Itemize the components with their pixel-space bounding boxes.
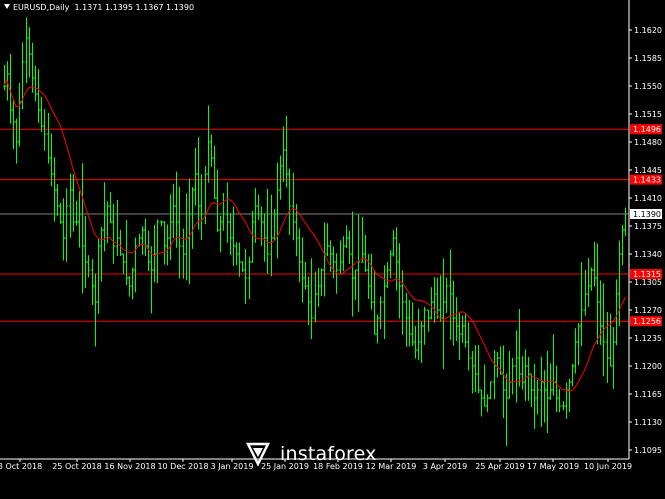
price-tick-label: 1.1480 <box>634 138 662 147</box>
level-label: 1.1496 <box>633 125 661 134</box>
symbol-header: EURUSD,Daily 1.1371 1.1395 1.1367 1.1390 <box>4 3 194 12</box>
price-tick-label: 1.1235 <box>634 334 662 343</box>
level-label: 1.1433 <box>633 176 661 185</box>
price-tick-label: 1.1585 <box>634 54 662 63</box>
price-tick-label: 1.1165 <box>634 390 662 399</box>
price-tick-label: 1.1620 <box>634 26 662 35</box>
level-label: 1.1315 <box>633 270 661 279</box>
ohlc-values: 1.1371 1.1395 1.1367 1.1390 <box>74 3 195 12</box>
price-tick-label: 1.1445 <box>634 166 662 175</box>
instaforex-logo-icon <box>245 442 271 467</box>
time-tick-label: 25 Apr 2019 <box>475 462 524 471</box>
time-tick-label: 3 Oct 2018 <box>0 462 42 471</box>
time-tick-label: 10 Dec 2018 <box>157 462 208 471</box>
watermark-text: instaforex <box>280 443 377 465</box>
symbol-label: EURUSD,Daily <box>13 3 70 12</box>
price-tick-label: 1.1095 <box>634 446 662 455</box>
collapse-triangle-icon[interactable] <box>4 4 10 9</box>
price-tick-label: 1.1200 <box>634 362 662 371</box>
price-tick-label: 1.1130 <box>634 418 662 427</box>
price-tick-label: 1.1515 <box>634 110 662 119</box>
time-tick-label: 3 Apr 2019 <box>423 462 467 471</box>
price-tick-label: 1.1340 <box>634 250 662 259</box>
time-tick-label: 10 Jun 2019 <box>584 462 632 471</box>
time-tick-label: 25 Oct 2018 <box>52 462 101 471</box>
price-tick-label: 1.1375 <box>634 222 662 231</box>
level-label: 1.1256 <box>633 317 661 326</box>
current-price-label: 1.1390 <box>633 210 661 219</box>
price-tick-label: 1.1550 <box>634 82 662 91</box>
price-tick-label: 1.1305 <box>634 278 662 287</box>
price-tick-label: 1.1410 <box>634 194 662 203</box>
watermark: instaforex <box>244 440 377 468</box>
time-tick-label: 16 Nov 2018 <box>104 462 155 471</box>
price-chart: 1.16201.15851.15501.15151.14801.14451.14… <box>0 0 665 499</box>
time-tick-label: 17 May 2019 <box>527 462 579 471</box>
price-tick-label: 1.1270 <box>634 306 662 315</box>
chart-background <box>0 0 665 499</box>
